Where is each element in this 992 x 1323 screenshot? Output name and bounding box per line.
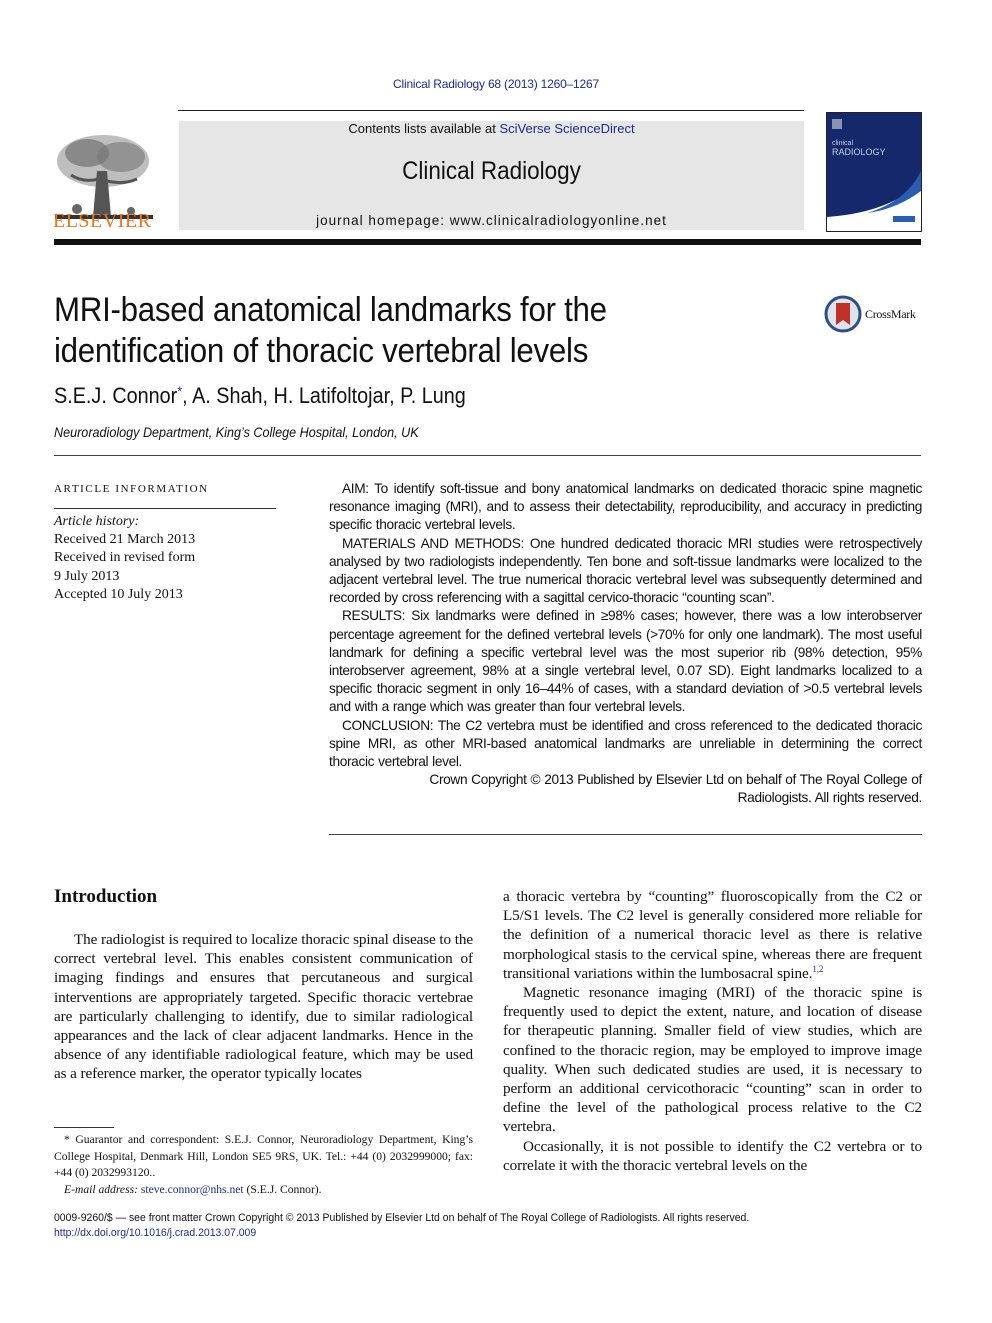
history-label: Article history: [54, 514, 140, 529]
article-history: Article history: Received 21 March 2013 … [54, 513, 195, 604]
abstract-conclusion: CONCLUSION: The C2 vertebra must be iden… [329, 717, 922, 770]
footnote-email-line: E-mail address: steve.connor@nhs.net (S.… [54, 1182, 473, 1199]
author-first: S.E.J. Connor [54, 383, 178, 408]
issn-copyright-line: 0009-9260/$ — see front matter Crown Cop… [54, 1212, 750, 1224]
sciencedirect-link[interactable]: SciVerse ScienceDirect [499, 121, 634, 136]
author-others: , A. Shah, H. Latifoltojar, P. Lung [182, 383, 466, 408]
abstract-rule [329, 834, 922, 835]
history-item: Received 21 March 2013 [54, 532, 196, 548]
header-rule [178, 110, 804, 111]
contents-line: Contents lists available at SciVerse Sci… [179, 121, 804, 136]
journal-name: Clinical Radiology [402, 157, 581, 185]
intro-paragraph-2: Magnetic resonance imaging (MRI) of the … [503, 984, 922, 1136]
body-column-right: a thoracic vertebra by “counting” fluoro… [503, 887, 922, 1175]
abstract-aim: AIM: To identify soft-tissue and bony an… [329, 481, 922, 533]
contents-prefix: Contents lists available at [348, 121, 500, 136]
author-affiliation: Neuroradiology Department, King’s Colleg… [54, 424, 419, 440]
reference-link[interactable]: 1,2 [812, 964, 823, 974]
copyright-line-1: Crown Copyright © 2013 Published by Else… [429, 772, 922, 788]
crossmark-button[interactable]: CrossMark [824, 295, 924, 335]
body-column-left: The radiologist is required to localize … [54, 930, 473, 1084]
header-thick-rule [54, 239, 921, 245]
journal-homepage-link[interactable]: journal homepage: www.clinicalradiologyo… [179, 213, 804, 228]
copyright-line-2: Radiologists. All rights reserved. [737, 790, 923, 806]
cover-title-large: RADIOLOGY [832, 147, 886, 157]
history-item: Received in revised form [54, 550, 196, 566]
abstract-copyright: Crown Copyright © 2013 Published by Else… [329, 771, 922, 807]
cover-title-small: clinical [832, 140, 853, 147]
footnote: * Guarantor and correspondent: S.E.J. Co… [54, 1132, 473, 1198]
intro-paragraph-1: The radiologist is required to localize … [54, 931, 473, 1083]
intro-paragraph-1-cont: a thoracic vertebra by “counting” fluoro… [503, 887, 922, 983]
footnote-rule [54, 1127, 114, 1128]
elsevier-wordmark: ELSEVIER [53, 210, 152, 232]
history-item: Accepted 10 July 2013 [54, 586, 183, 602]
history-item: 9 July 2013 [54, 568, 120, 584]
doi-link[interactable]: http://dx.doi.org/10.1016/j.crad.2013.07… [54, 1226, 749, 1241]
section-rule [54, 455, 921, 456]
email-label: E-mail address: [64, 1182, 141, 1196]
email-suffix: (S.E.J. Connor). [243, 1182, 322, 1196]
cover-art-icon: clinical RADIOLOGY [827, 113, 921, 231]
abstract: AIM: To identify soft-tissue and bony an… [329, 480, 922, 808]
journal-cover-thumbnail[interactable]: clinical RADIOLOGY [826, 112, 922, 232]
footnote-correspondence: * Guarantor and correspondent: S.E.J. Co… [54, 1133, 473, 1179]
intro-paragraph-1-cont-text: a thoracic vertebra by “counting” fluoro… [503, 888, 922, 982]
article-title: MRI-based anatomical landmarks for the i… [54, 290, 716, 372]
author-list: S.E.J. Connor*, A. Shah, H. Latifoltojar… [54, 383, 466, 409]
introduction-heading: Introduction [54, 886, 158, 907]
article-info-rule [54, 508, 276, 509]
crossmark-label: CrossMark [865, 307, 916, 321]
abstract-methods: MATERIALS AND METHODS: One hundred dedic… [329, 535, 922, 606]
page-footer: 0009-9260/$ — see front matter Crown Cop… [54, 1211, 749, 1241]
abstract-results: RESULTS: Six landmarks were defined in ≥… [329, 608, 922, 715]
email-link[interactable]: steve.connor@nhs.net [141, 1183, 244, 1196]
title-line-1: MRI-based anatomical landmarks for the [54, 291, 607, 329]
crossmark-icon [824, 295, 862, 333]
intro-paragraph-3: Occasionally, it is not possible to iden… [503, 1137, 922, 1174]
journal-citation-link[interactable]: Clinical Radiology 68 (2013) 1260–1267 [0, 77, 992, 91]
title-line-2: identification of thoracic vertebral lev… [54, 332, 589, 370]
article-info-heading: ARTICLE INFORMATION [54, 483, 209, 495]
